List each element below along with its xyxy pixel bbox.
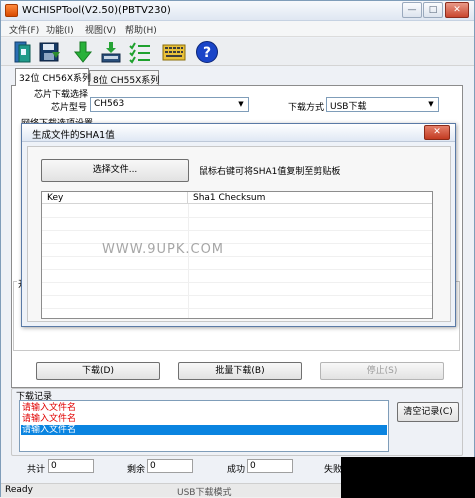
list-item[interactable]: 请输入文件名 <box>21 414 387 424</box>
sha1-dialog: 生成文件的SHA1值 ✕ 选择文件... 鼠标右键可将SHA1值复制至剪贴板 K… <box>21 123 456 327</box>
toolbar: ? <box>1 38 474 66</box>
mode-text: USB下载模式 <box>177 488 232 498</box>
table-row <box>42 256 432 257</box>
chevron-down-icon: ▼ <box>425 99 437 110</box>
table-row <box>42 282 432 283</box>
table-row <box>42 243 432 244</box>
choose-file-button[interactable]: 选择文件... <box>41 159 189 182</box>
chip-group-title: 芯片下载选择 <box>34 90 89 100</box>
clear-log-button[interactable]: 清空记录(C) <box>397 402 459 422</box>
column-key[interactable]: Key <box>42 192 188 204</box>
sha1-table[interactable]: Key Sha1 Checksum WWW.9UPK.COM <box>41 191 433 319</box>
download-mode-label: 下载方式 <box>288 103 325 113</box>
dialog-close-button[interactable]: ✕ <box>424 125 450 140</box>
chip-model-select[interactable]: CH563 ▼ <box>90 97 249 112</box>
download-mode-value: USB下载 <box>330 102 367 112</box>
list-item[interactable]: 请输入文件名 <box>21 403 387 413</box>
fail-label: 失败 <box>324 465 343 475</box>
help-icon[interactable]: ? <box>195 40 219 64</box>
menu-file[interactable]: 文件(F) <box>9 23 39 36</box>
success-label: 成功 <box>227 465 246 475</box>
menu-help[interactable]: 帮助(H) <box>125 23 157 36</box>
download-mode-select[interactable]: USB下载 ▼ <box>326 97 439 112</box>
status-text: Ready <box>5 485 33 495</box>
batch-download-button[interactable]: 批量下载(B) <box>178 362 302 380</box>
table-row <box>42 295 432 296</box>
close-button[interactable]: ✕ <box>445 2 469 18</box>
tab-8bit-ch55x[interactable]: 8位 CH55X系列 <box>89 70 159 86</box>
batch-list-icon[interactable] <box>128 40 152 64</box>
column-divider <box>188 204 189 318</box>
download-config-icon[interactable] <box>99 40 123 64</box>
dialog-body: 选择文件... 鼠标右键可将SHA1值复制至剪贴板 Key Sha1 Check… <box>27 146 451 322</box>
remaining-label: 剩余 <box>127 465 146 475</box>
menu-function[interactable]: 功能(I) <box>46 23 74 36</box>
main-window: WCHISPTool(V2.50)(PBTV230) — □ ✕ 文件(F) 功… <box>0 0 475 498</box>
chip-model-value: CH563 <box>94 99 125 109</box>
app-icon <box>5 4 18 17</box>
log-list[interactable]: 请输入文件名 请输入文件名 请输入文件名 <box>19 400 389 452</box>
column-sha1[interactable]: Sha1 Checksum <box>188 192 432 204</box>
download-button[interactable]: 下载(D) <box>36 362 160 380</box>
menu-view[interactable]: 视图(V) <box>85 23 116 36</box>
chip-model-label: 芯片型号 <box>51 103 88 113</box>
dialog-title-bar: 生成文件的SHA1值 ✕ <box>22 124 455 142</box>
list-item[interactable]: 请输入文件名 <box>21 425 387 435</box>
watermark-text: WWW.9UPK.COM <box>102 242 225 257</box>
minimize-button[interactable]: — <box>402 2 422 18</box>
title-bar: WCHISPTool(V2.50)(PBTV230) — □ ✕ <box>1 1 474 21</box>
tab-32bit-ch56x[interactable]: 32位 CH56X系列 <box>15 68 91 86</box>
remaining-value: 0 <box>147 459 193 473</box>
dialog-title: 生成文件的SHA1值 <box>32 130 115 141</box>
table-row <box>42 308 432 309</box>
keyboard-icon[interactable] <box>162 40 186 64</box>
table-row <box>42 269 432 270</box>
table-row <box>42 230 432 231</box>
total-label: 共计 <box>27 465 46 475</box>
table-row <box>42 217 432 218</box>
stop-button[interactable]: 停止(S) <box>320 362 444 380</box>
save-config-icon[interactable] <box>38 40 62 64</box>
menu-bar: 文件(F) 功能(I) 视图(V) 帮助(H) <box>1 21 474 37</box>
download-icon[interactable] <box>71 40 95 64</box>
chevron-down-icon: ▼ <box>235 99 247 110</box>
success-value: 0 <box>247 459 293 473</box>
window-title: WCHISPTool(V2.50)(PBTV230) <box>22 5 171 16</box>
open-file-icon[interactable] <box>11 40 35 64</box>
table-header: Key Sha1 Checksum <box>42 192 432 204</box>
maximize-button[interactable]: □ <box>423 2 443 18</box>
total-value: 0 <box>48 459 94 473</box>
redaction-box <box>341 457 475 498</box>
help-glyph: ? <box>203 45 211 61</box>
dialog-hint: 鼠标右键可将SHA1值复制至剪贴板 <box>199 167 341 177</box>
